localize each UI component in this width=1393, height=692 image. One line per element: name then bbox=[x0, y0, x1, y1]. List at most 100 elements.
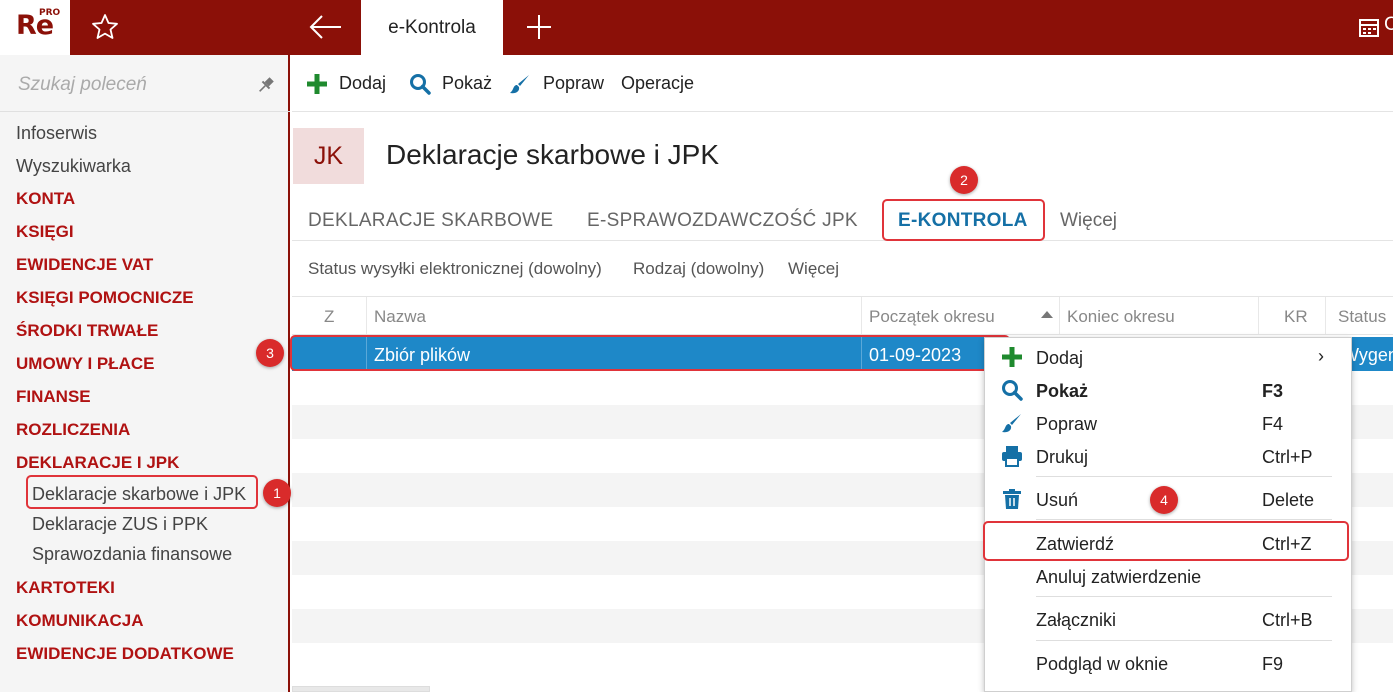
calendar-label: C bbox=[1384, 14, 1393, 35]
menu-separator bbox=[1036, 519, 1332, 520]
search-icon bbox=[410, 74, 431, 95]
menu-item-edit[interactable]: Popraw F4 bbox=[985, 406, 1353, 439]
add-button[interactable]: Dodaj bbox=[339, 73, 386, 94]
operations-button[interactable]: Operacje bbox=[621, 73, 694, 94]
column-kr[interactable]: KR bbox=[1284, 307, 1308, 327]
menu-item-attachments[interactable]: Załączniki Ctrl+B bbox=[985, 602, 1353, 635]
menu-item-print[interactable]: Drukuj Ctrl+P bbox=[985, 439, 1353, 472]
filter-bar: Status wysyłki elektronicznej (dowolny) … bbox=[292, 241, 1393, 297]
sidebar-item-wyszukiwarka[interactable]: Wyszukiwarka bbox=[16, 156, 131, 177]
search-placeholder: Szukaj poleceń bbox=[18, 74, 147, 95]
column-z[interactable]: Z bbox=[324, 307, 334, 327]
column-divider bbox=[861, 297, 862, 334]
brush-icon bbox=[1002, 414, 1021, 433]
star-icon[interactable] bbox=[90, 12, 120, 42]
menu-item-label: Dodaj bbox=[1036, 348, 1084, 368]
top-bar: Re PRO e-Kontrola C bbox=[0, 0, 1393, 55]
annotation-highlight-row bbox=[290, 335, 1010, 371]
annotation-badge-4: 4 bbox=[1150, 486, 1178, 514]
menu-item-preview[interactable]: Podgląd w oknie F9 bbox=[985, 646, 1353, 679]
sidebar-item-ewidencje-dodatkowe[interactable]: EWIDENCJE DODATKOWE bbox=[16, 644, 234, 664]
filter-more[interactable]: Więcej bbox=[788, 259, 839, 279]
column-name[interactable]: Nazwa bbox=[374, 307, 426, 327]
menu-item-label: Podgląd w oknie bbox=[1036, 654, 1169, 674]
search-icon bbox=[1002, 380, 1023, 401]
annotation-badge-3: 3 bbox=[256, 339, 284, 367]
sidebar: Szukaj poleceń Infoserwis Wyszukiwarka K… bbox=[0, 55, 290, 692]
menu-item-label: Pokaż bbox=[1036, 381, 1089, 401]
new-tab-plus-icon[interactable] bbox=[524, 12, 554, 42]
sidebar-item-rozliczenia[interactable]: ROZLICZENIA bbox=[16, 420, 130, 440]
sidebar-item-konta[interactable]: KONTA bbox=[16, 189, 75, 209]
plus-icon bbox=[1002, 347, 1022, 367]
chevron-right-icon: › bbox=[1318, 346, 1324, 366]
printer-icon bbox=[1002, 446, 1022, 467]
menu-item-show[interactable]: Pokaż F3 bbox=[985, 373, 1353, 406]
back-arrow-icon[interactable] bbox=[308, 12, 344, 42]
column-divider bbox=[366, 297, 367, 334]
plus-icon bbox=[307, 74, 327, 94]
sidebar-item-komunikacja[interactable]: KOMUNIKACJA bbox=[16, 611, 144, 631]
sidebar-item-kartoteki[interactable]: KARTOTEKI bbox=[16, 578, 115, 598]
sidebar-item-ksiegi-pomocnicze[interactable]: KSIĘGI POMOCNICZE bbox=[16, 288, 194, 308]
sidebar-item-umowy-i-place[interactable]: UMOWY I PŁACE bbox=[16, 354, 155, 374]
annotation-highlight-tab bbox=[882, 199, 1045, 241]
sidebar-item-ksiegi[interactable]: KSIĘGI bbox=[16, 222, 74, 242]
annotation-badge-1: 1 bbox=[263, 479, 291, 507]
filter-status[interactable]: Status wysyłki elektronicznej (dowolny) bbox=[308, 259, 602, 279]
menu-item-shortcut: F4 bbox=[1262, 414, 1284, 434]
column-status[interactable]: Status bbox=[1338, 307, 1386, 327]
sidebar-item-srodki-trwale[interactable]: ŚRODKI TRWAŁE bbox=[16, 321, 158, 341]
annotation-highlight-menu bbox=[983, 521, 1349, 561]
menu-item-cancel-approval[interactable]: Anuluj zatwierdzenie bbox=[985, 559, 1353, 592]
menu-item-label: Załączniki bbox=[1036, 610, 1117, 630]
menu-item-shortcut: F3 bbox=[1262, 381, 1284, 401]
tab-e-kontrola[interactable]: e-Kontrola bbox=[361, 0, 503, 55]
annotation-badge-2: 2 bbox=[950, 166, 978, 194]
annotation-highlight-sidebar bbox=[26, 475, 258, 509]
sidebar-item-deklaracje-zus[interactable]: Deklaracje ZUS i PPK bbox=[32, 514, 208, 535]
menu-item-add[interactable]: Dodaj › bbox=[985, 340, 1353, 373]
tab-deklaracje-skarbowe[interactable]: DEKLARACJE SKARBOWE bbox=[308, 210, 553, 232]
context-menu: Dodaj › Pokaż F3 Popraw F4 Drukuj Ctrl+P bbox=[984, 337, 1352, 692]
module-badge: JK bbox=[293, 128, 364, 184]
sidebar-item-sprawozdania[interactable]: Sprawozdania finansowe bbox=[32, 544, 232, 565]
trash-icon bbox=[1003, 489, 1021, 509]
sidebar-item-ewidencje-vat[interactable]: EWIDENCJE VAT bbox=[16, 255, 153, 275]
table-header: Z Nazwa Początek okresu Koniec okresu KR… bbox=[292, 297, 1393, 335]
filter-type[interactable]: Rodzaj (dowolny) bbox=[633, 259, 764, 279]
column-divider bbox=[1258, 297, 1259, 334]
calendar-icon[interactable] bbox=[1358, 16, 1380, 38]
menu-item-shortcut: Ctrl+P bbox=[1262, 447, 1313, 467]
sort-ascending-icon bbox=[1041, 311, 1053, 318]
menu-item-label: Anuluj zatwierdzenie bbox=[1036, 567, 1202, 587]
menu-separator bbox=[1036, 640, 1332, 641]
page-title: Deklaracje skarbowe i JPK bbox=[386, 139, 720, 170]
menu-item-shortcut: Delete bbox=[1262, 490, 1315, 510]
column-start[interactable]: Początek okresu bbox=[869, 307, 995, 327]
pin-icon[interactable] bbox=[256, 75, 276, 95]
menu-separator bbox=[1036, 476, 1332, 477]
tab-more[interactable]: Więcej bbox=[1060, 210, 1117, 232]
sidebar-item-finanse[interactable]: FINANSE bbox=[16, 387, 91, 407]
sidebar-item-infoserwis[interactable]: Infoserwis bbox=[16, 123, 97, 144]
tab-e-sprawozdawczosc[interactable]: E-SPRAWOZDAWCZOŚĆ JPK bbox=[587, 210, 858, 232]
menu-item-label: Drukuj bbox=[1036, 447, 1089, 467]
menu-item-shortcut: F9 bbox=[1262, 654, 1284, 674]
menu-item-label: Popraw bbox=[1036, 414, 1098, 434]
logo-badge: PRO bbox=[39, 8, 61, 18]
menu-item-label: Usuń bbox=[1036, 490, 1079, 510]
app-logo[interactable]: Re PRO bbox=[0, 0, 70, 55]
brush-icon bbox=[510, 75, 529, 94]
section-tabs: DEKLARACJE SKARBOWE E-SPRAWOZDAWCZOŚĆ JP… bbox=[292, 200, 1393, 241]
edit-button[interactable]: Popraw bbox=[543, 73, 604, 94]
sidebar-item-deklaracje-i-jpk[interactable]: DEKLARACJE I JPK bbox=[16, 453, 179, 473]
column-divider bbox=[1325, 297, 1326, 334]
column-divider bbox=[1059, 297, 1060, 334]
command-search[interactable]: Szukaj poleceń bbox=[0, 55, 290, 112]
menu-item-shortcut: Ctrl+B bbox=[1262, 610, 1313, 630]
menu-separator bbox=[1036, 596, 1332, 597]
column-end[interactable]: Koniec okresu bbox=[1067, 307, 1175, 327]
horizontal-scrollbar[interactable] bbox=[292, 686, 430, 692]
show-button[interactable]: Pokaż bbox=[442, 73, 492, 94]
